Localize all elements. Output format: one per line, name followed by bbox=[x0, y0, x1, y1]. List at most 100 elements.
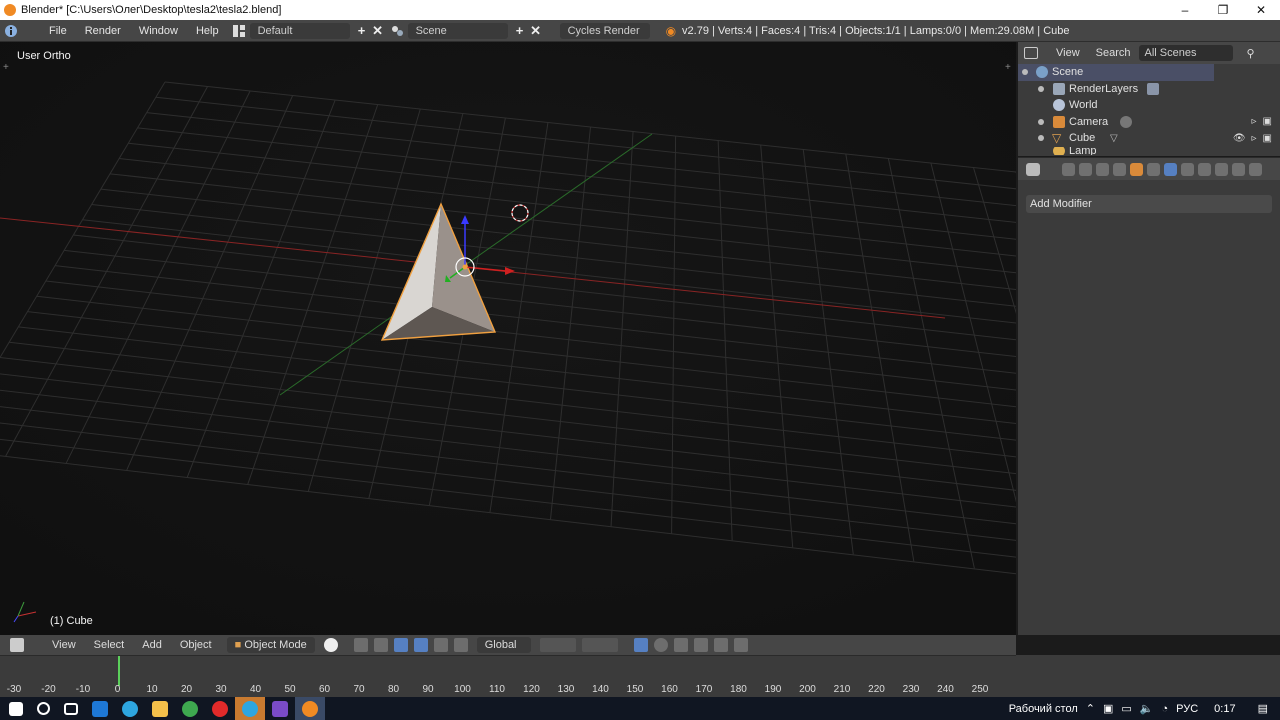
task-view-icon[interactable] bbox=[64, 702, 78, 715]
expand-toggle-icon[interactable] bbox=[1038, 118, 1044, 125]
manipulator-toggle-icon[interactable] bbox=[373, 638, 388, 652]
screen-layout-field[interactable]: Default bbox=[249, 22, 350, 39]
notifications-icon[interactable]: ▤ bbox=[1258, 702, 1268, 715]
snap-toggle-icon[interactable] bbox=[673, 638, 688, 652]
layers-block-1[interactable] bbox=[539, 638, 576, 652]
outliner-menu-search[interactable]: Search bbox=[1088, 47, 1139, 59]
mesh-object-icon: ▽ bbox=[1052, 131, 1062, 146]
menu-window[interactable]: Window bbox=[130, 25, 187, 37]
properties-editor-icon[interactable] bbox=[1026, 162, 1040, 176]
screen-layout-icon[interactable] bbox=[228, 22, 250, 40]
visual-studio-icon[interactable] bbox=[272, 700, 288, 717]
transform-orientation-select[interactable]: Global bbox=[476, 637, 531, 653]
maximize-button[interactable]: ❐ bbox=[1204, 0, 1242, 20]
telegram-icon[interactable] bbox=[122, 700, 138, 717]
close-button[interactable]: ✕ bbox=[1242, 0, 1280, 20]
menu-render[interactable]: Render bbox=[76, 25, 130, 37]
cube-visibility-controls[interactable]: 👁 ▹ ▣ bbox=[1233, 133, 1272, 144]
tab-data[interactable] bbox=[1181, 162, 1194, 176]
opengl-anim-icon[interactable] bbox=[733, 638, 748, 652]
add-scene-button[interactable]: + bbox=[512, 23, 528, 38]
tab-render-layers[interactable] bbox=[1079, 162, 1092, 176]
file-explorer-icon[interactable] bbox=[152, 700, 168, 717]
timeline-tick-label: 200 bbox=[799, 684, 816, 695]
desktop-label[interactable]: Рабочий стол bbox=[1009, 703, 1078, 715]
chevron-up-icon[interactable]: ⌃ bbox=[1086, 702, 1095, 715]
tab-physics[interactable] bbox=[1249, 162, 1262, 176]
outliner-item-lamp[interactable]: Lamp bbox=[1018, 146, 1280, 155]
rotate-manipulator-icon[interactable] bbox=[413, 638, 428, 652]
tab-particles[interactable] bbox=[1232, 162, 1245, 176]
tab-constraints[interactable] bbox=[1147, 162, 1160, 176]
proportional-edit-icon[interactable] bbox=[653, 638, 668, 652]
scale-manipulator-icon[interactable] bbox=[433, 638, 448, 652]
outliner-item-cube[interactable]: ▽ Cube ▽ 👁 ▹ ▣ bbox=[1018, 130, 1280, 147]
timeline[interactable]: -30 -20 -10 0 10 20 30 40 50 60 70 80 90 100 110 120 130… bbox=[0, 655, 1016, 697]
menu-help[interactable]: Help bbox=[187, 25, 228, 37]
tab-material[interactable] bbox=[1198, 162, 1211, 176]
area-split-handle-tr[interactable]: + bbox=[1005, 62, 1011, 73]
expand-toggle-icon[interactable] bbox=[1022, 69, 1028, 76]
outliner-scene-filter[interactable]: All Scenes bbox=[1138, 45, 1233, 61]
camera-visibility-controls[interactable]: ▹ ▣ bbox=[1252, 116, 1272, 127]
taskbar-blender-app[interactable] bbox=[295, 697, 325, 720]
tab-texture[interactable] bbox=[1215, 162, 1228, 176]
outliner-item-world[interactable]: World bbox=[1018, 97, 1280, 114]
3d-viewport[interactable]: + + User Ortho (1) Cube bbox=[0, 42, 1016, 635]
tab-object[interactable] bbox=[1130, 162, 1143, 176]
minimize-button[interactable]: – bbox=[1166, 0, 1204, 20]
render-engine-select[interactable]: Cycles Render bbox=[559, 22, 650, 39]
menu-object[interactable]: Object bbox=[171, 639, 221, 651]
edge-browser-icon[interactable] bbox=[92, 700, 108, 717]
layers-block-2[interactable] bbox=[581, 638, 618, 652]
scene-field[interactable]: Scene bbox=[407, 22, 508, 39]
current-frame-indicator[interactable] bbox=[118, 656, 120, 686]
add-screen-button[interactable]: + bbox=[354, 23, 370, 38]
tab-world[interactable] bbox=[1113, 162, 1126, 176]
viewport-shading-icon[interactable] bbox=[323, 638, 338, 652]
3d-view-editor-icon[interactable] bbox=[10, 638, 24, 652]
snap-element-icon[interactable] bbox=[693, 638, 708, 652]
tab-render[interactable] bbox=[1062, 162, 1075, 176]
menu-select[interactable]: Select bbox=[85, 639, 134, 651]
outliner-menu-view[interactable]: View bbox=[1048, 47, 1088, 59]
pivot-point-icon[interactable] bbox=[353, 638, 368, 652]
delete-screen-button[interactable]: ✕ bbox=[370, 23, 386, 39]
outliner-item-camera[interactable]: Camera ▹ ▣ bbox=[1018, 114, 1280, 131]
info-editor-icon[interactable] bbox=[0, 22, 22, 40]
search-icon[interactable] bbox=[37, 702, 50, 715]
viewport-canvas[interactable]: + + bbox=[0, 42, 1016, 635]
translate-manipulator-icon[interactable] bbox=[393, 638, 408, 652]
outliner-item-scene[interactable]: Scene bbox=[1018, 64, 1214, 81]
outliner-editor-icon[interactable] bbox=[1024, 47, 1038, 59]
tab-modifiers[interactable] bbox=[1164, 162, 1177, 176]
tray-app-icon[interactable]: ▣ bbox=[1103, 702, 1113, 715]
opera-icon[interactable] bbox=[212, 700, 228, 717]
expand-toggle-icon[interactable] bbox=[1038, 85, 1044, 92]
outliner-header: View Search All Scenes ⚲ bbox=[1018, 42, 1280, 64]
scene-icon[interactable] bbox=[386, 22, 408, 40]
timeline-tick-label: 170 bbox=[695, 684, 713, 695]
outliner-item-renderlayers[interactable]: RenderLayers bbox=[1018, 81, 1280, 98]
menu-view[interactable]: View bbox=[43, 639, 85, 651]
outliner-search-icon[interactable]: ⚲ bbox=[1247, 47, 1255, 60]
menu-file[interactable]: File bbox=[40, 25, 76, 37]
delete-scene-button[interactable]: ✕ bbox=[528, 23, 544, 39]
chrome-icon[interactable] bbox=[182, 700, 198, 717]
lock-camera-layers-icon[interactable] bbox=[633, 638, 648, 652]
opengl-render-icon[interactable] bbox=[713, 638, 728, 652]
taskbar-active-app[interactable] bbox=[235, 697, 265, 720]
menu-add[interactable]: Add bbox=[133, 639, 171, 651]
language-indicator[interactable]: РУС bbox=[1176, 703, 1198, 715]
area-split-handle-tl[interactable]: + bbox=[3, 62, 9, 73]
add-modifier-dropdown[interactable]: Add Modifier bbox=[1026, 195, 1272, 213]
tab-scene[interactable] bbox=[1096, 162, 1109, 176]
interaction-mode-select[interactable]: ■ Object Mode bbox=[226, 637, 315, 653]
clock[interactable]: 0:17 bbox=[1214, 703, 1235, 715]
expand-toggle-icon[interactable] bbox=[1038, 135, 1044, 142]
network-icon[interactable]: ◔ bbox=[1161, 703, 1168, 715]
volume-icon[interactable]: 🔈 bbox=[1140, 702, 1154, 715]
tray-battery-icon[interactable]: ▭ bbox=[1121, 702, 1131, 715]
manipulator-extra-icon[interactable] bbox=[453, 638, 468, 652]
windows-start-icon[interactable] bbox=[9, 701, 23, 716]
